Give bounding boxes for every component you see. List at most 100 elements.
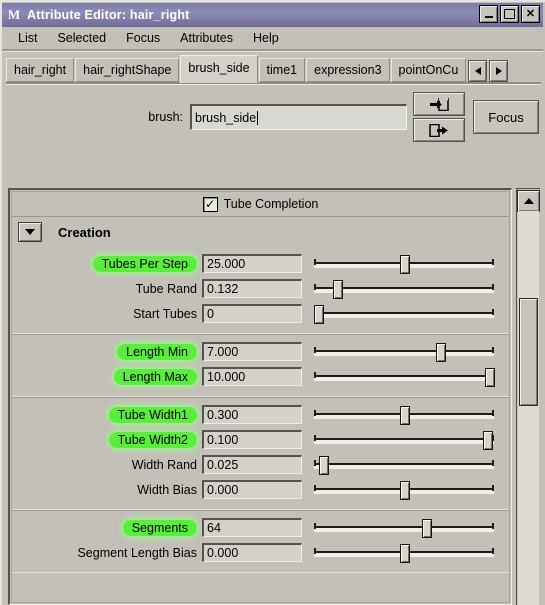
slider-thumb[interactable]: [400, 254, 410, 274]
slider-track: [314, 525, 494, 531]
tab-expression3[interactable]: expression3: [306, 58, 390, 82]
attribute-input-segments[interactable]: 64: [202, 518, 302, 537]
window-controls: ✕: [479, 5, 540, 23]
slider-end-cap: [492, 459, 494, 466]
slider-end-cap: [492, 409, 494, 416]
node-action-buttons: [413, 92, 465, 142]
tab-hair-right-shape[interactable]: hair_rightShape: [75, 58, 180, 82]
attribute-slider-width-bias[interactable]: [314, 480, 494, 500]
attribute-slider-tubes-per-step[interactable]: [314, 254, 494, 274]
maximize-button[interactable]: [500, 5, 519, 23]
menu-item-focus[interactable]: Focus: [116, 29, 170, 47]
slider-start-cap: [314, 547, 316, 554]
attribute-group: Tubes Per Step 25.000 Tube Rand 0.132 Start …: [12, 247, 509, 334]
attribute-row: Tube Rand 0.132: [12, 277, 509, 300]
attribute-row: Start Tubes 0: [12, 302, 509, 325]
checkmark-icon: ✓: [205, 196, 216, 211]
tab-brush-side[interactable]: brush_side: [180, 55, 258, 83]
attribute-input-length-max[interactable]: 10.000: [202, 367, 302, 386]
slider-start-cap: [314, 484, 316, 491]
tube-completion-checkbox[interactable]: ✓: [202, 196, 218, 212]
attribute-panel-wrapper: ✓ Tube Completion Creation Tubes Per Ste…: [8, 188, 540, 605]
tube-completion-row[interactable]: ✓ Tube Completion: [12, 192, 509, 217]
load-attributes-button[interactable]: [413, 92, 465, 116]
node-name-value: brush_side: [195, 110, 257, 125]
slider-thumb[interactable]: [313, 304, 324, 324]
attribute-row: Segment Length Bias 0.000: [12, 541, 509, 564]
slider-end-cap: [492, 522, 494, 529]
menu-item-selected[interactable]: Selected: [47, 29, 116, 47]
attribute-label-width-bias[interactable]: Width Bias: [137, 483, 197, 497]
attribute-input-segment-length-bias[interactable]: 0.000: [202, 543, 302, 562]
attribute-row: Segments 64: [12, 516, 509, 539]
slider-track: [314, 437, 494, 443]
slider-end-cap: [492, 547, 494, 554]
menu-item-list[interactable]: List: [8, 29, 47, 47]
slider-thumb[interactable]: [400, 543, 410, 563]
attribute-label-start-tubes[interactable]: Start Tubes: [133, 307, 197, 321]
copy-tab-button[interactable]: [413, 118, 465, 142]
slider-end-cap: [492, 258, 494, 265]
slider-thumb[interactable]: [400, 480, 410, 500]
attribute-label-cell: Tubes Per Step: [12, 255, 202, 272]
attribute-label-width-rand[interactable]: Width Rand: [132, 458, 197, 472]
attribute-label-tube-rand[interactable]: Tube Rand: [136, 282, 197, 296]
slider-thumb[interactable]: [400, 405, 410, 425]
scrollbar-thumb[interactable]: [519, 297, 538, 407]
attribute-slider-start-tubes[interactable]: [313, 304, 494, 324]
attribute-input-width-rand[interactable]: 0.025: [202, 455, 302, 474]
attribute-slider-segments[interactable]: [314, 518, 494, 538]
attribute-input-width-bias[interactable]: 0.000: [202, 480, 302, 499]
attribute-slider-width-rand[interactable]: [314, 455, 494, 475]
close-button[interactable]: ✕: [521, 5, 540, 23]
slider-thumb[interactable]: [436, 342, 446, 362]
slider-thumb[interactable]: [421, 518, 432, 538]
attribute-input-length-min[interactable]: 7.000: [202, 342, 302, 361]
attribute-slider-tube-rand[interactable]: [314, 279, 494, 299]
attribute-slider-tube-width2[interactable]: [314, 430, 494, 450]
scroll-up-button[interactable]: [517, 190, 540, 212]
slider-start-cap: [314, 522, 316, 529]
slider-thumb[interactable]: [319, 455, 329, 475]
node-name-input[interactable]: brush_side: [190, 104, 407, 130]
slider-start-cap: [314, 283, 316, 290]
attribute-label-cell: Width Bias: [12, 483, 202, 497]
attribute-label-tubes-per-step[interactable]: Tubes Per Step: [92, 255, 197, 272]
attribute-label-tube-width2[interactable]: Tube Width2: [108, 431, 197, 448]
maya-logo-icon: M: [7, 7, 21, 22]
tab-point-on-curve[interactable]: pointOnCu: [390, 58, 467, 82]
scrollbar-trough[interactable]: [518, 211, 539, 605]
attribute-label-segment-length-bias[interactable]: Segment Length Bias: [77, 546, 197, 560]
attribute-label-tube-width1[interactable]: Tube Width1: [108, 406, 197, 423]
triangle-up-icon: [523, 198, 534, 204]
minimize-button[interactable]: [479, 5, 498, 23]
tab-scroll-left-button[interactable]: [468, 60, 488, 82]
slider-thumb[interactable]: [333, 279, 344, 299]
tab-scroll-buttons: [468, 60, 509, 82]
tab-scroll-right-button[interactable]: [489, 60, 509, 82]
attribute-input-tube-width2[interactable]: 0.100: [202, 430, 302, 449]
menu-item-attributes[interactable]: Attributes: [170, 29, 243, 47]
attribute-slider-length-min[interactable]: [314, 342, 494, 362]
focus-button[interactable]: Focus: [473, 100, 539, 134]
attribute-input-tube-width1[interactable]: 0.300: [202, 405, 302, 424]
attribute-label-length-min[interactable]: Length Min: [117, 343, 197, 360]
attribute-slider-segment-length-bias[interactable]: [314, 543, 494, 563]
attribute-slider-tube-width1[interactable]: [314, 405, 494, 425]
slider-thumb[interactable]: [484, 367, 495, 387]
menu-item-help[interactable]: Help: [243, 29, 289, 47]
attribute-slider-length-max[interactable]: [314, 367, 495, 387]
creation-collapse-button[interactable]: [18, 222, 42, 242]
slider-track: [314, 374, 494, 380]
attribute-groups: Tubes Per Step 25.000 Tube Rand 0.132 Start …: [12, 247, 509, 573]
attribute-input-tubes-per-step[interactable]: 25.000: [202, 254, 302, 273]
slider-thumb[interactable]: [482, 430, 493, 450]
attribute-label-segments[interactable]: Segments: [122, 519, 197, 536]
panel-scrollbar[interactable]: [516, 188, 540, 605]
minimize-icon: [484, 16, 493, 18]
tab-hair-right[interactable]: hair_right: [6, 58, 75, 82]
attribute-input-tube-rand[interactable]: 0.132: [202, 279, 302, 298]
attribute-label-length-max[interactable]: Length Max: [113, 368, 197, 385]
attribute-input-start-tubes[interactable]: 0: [202, 304, 302, 323]
tab-time1[interactable]: time1: [258, 58, 306, 82]
